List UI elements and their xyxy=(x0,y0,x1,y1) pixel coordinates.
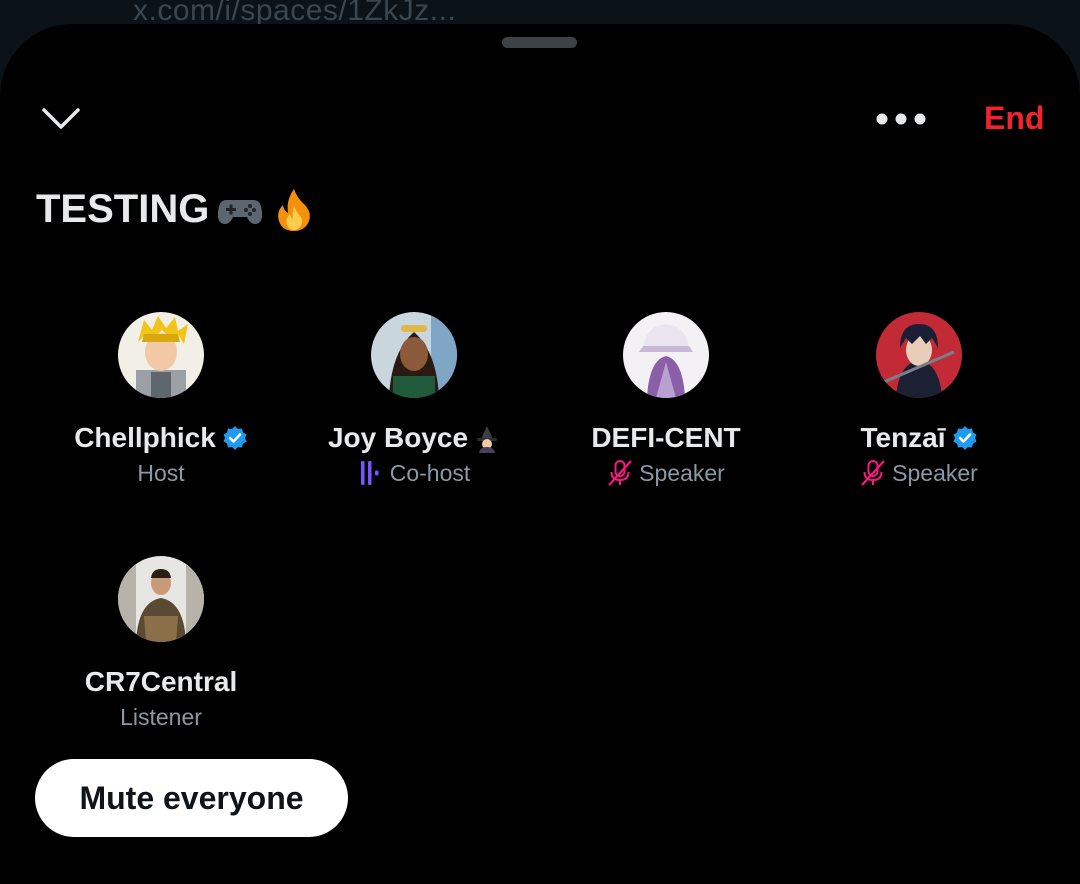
participant-role: Listener xyxy=(120,703,202,730)
game-controller-emoji xyxy=(217,186,263,232)
mute-everyone-label: Mute everyone xyxy=(79,779,304,816)
participant-role: Host xyxy=(137,459,185,486)
participant-defi-cent[interactable]: DEFI-CENT Speaker xyxy=(540,312,792,488)
participant-cr7central[interactable]: CR7Central Listener xyxy=(35,556,287,732)
avatar xyxy=(118,312,204,398)
avatar xyxy=(371,312,457,398)
verified-badge-icon xyxy=(952,425,978,451)
fire-emoji xyxy=(271,186,317,232)
participant-name: CR7Central xyxy=(84,666,238,697)
mic-muted-icon xyxy=(607,459,633,487)
participant-tenzai[interactable]: Tenzaī Speaker xyxy=(793,312,1045,488)
avatar xyxy=(623,312,709,398)
participant-joy-boyce[interactable]: Joy Boyce Co-host xyxy=(288,312,540,488)
participant-name: DEFI-CENT xyxy=(591,422,741,453)
participant-name: Tenzaī xyxy=(860,422,946,453)
participant-role: Co-host xyxy=(389,459,471,486)
mute-everyone-button[interactable]: Mute everyone xyxy=(35,759,348,837)
avatar xyxy=(118,556,204,642)
participant-role: Speaker xyxy=(639,459,725,486)
mic-muted-icon xyxy=(860,459,886,487)
drag-handle[interactable] xyxy=(502,37,577,48)
speaking-bars-icon xyxy=(358,459,384,487)
witch-emoji xyxy=(474,425,500,453)
more-horizontal-icon[interactable] xyxy=(868,100,934,140)
chevron-down-icon[interactable] xyxy=(36,96,86,142)
avatar xyxy=(876,312,962,398)
participant-name: Chellphick xyxy=(74,422,216,453)
space-title-row: TESTING xyxy=(36,186,317,232)
participant-role: Speaker xyxy=(892,459,978,486)
end-space-button[interactable]: End xyxy=(984,100,1044,137)
space-title: TESTING xyxy=(36,186,210,231)
participant-chellphick[interactable]: Chellphick Host xyxy=(35,312,287,488)
participant-name: Joy Boyce xyxy=(327,422,469,453)
verified-badge-icon xyxy=(222,425,248,451)
